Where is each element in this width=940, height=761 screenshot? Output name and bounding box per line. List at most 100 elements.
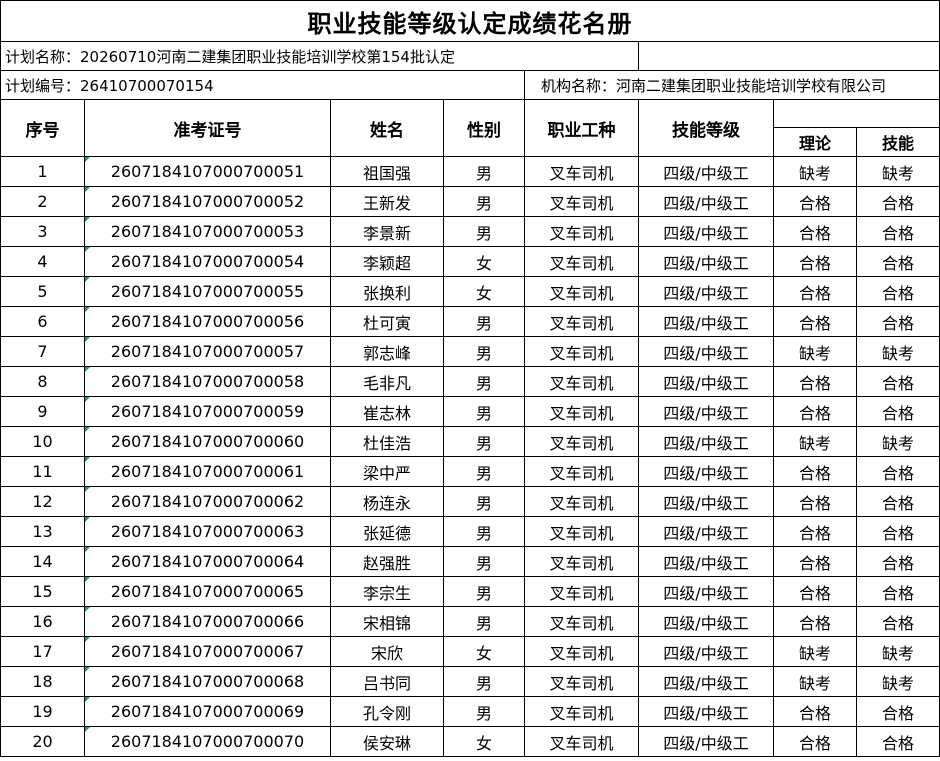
plan-number: 计划编号：26410700070154 <box>0 70 525 100</box>
table-row: 20 2607184107000700070 侯安琳女叉车司机 四级/中级工 合格 合格 <box>0 726 940 757</box>
cell-level: 四级/中级工 <box>638 726 774 757</box>
cell-exam-id: 2607184107000700055 <box>84 276 331 307</box>
cell-exam-id: 2607184107000700060 <box>84 426 331 457</box>
cell-skill: 合格 <box>856 366 940 397</box>
cell-seq: 4 <box>0 246 85 277</box>
cell-level: 四级/中级工 <box>638 156 774 187</box>
cell-name: 杜佳浩 <box>330 426 444 457</box>
plan-name: 计划名称：20260710河南二建集团职业技能培训学校第154批认定 <box>0 41 639 71</box>
cell-seq: 2 <box>0 186 85 217</box>
cell-theory: 缺考 <box>773 336 857 367</box>
cell-exam-id: 2607184107000700053 <box>84 216 331 247</box>
cell-gender: 女 <box>443 276 525 307</box>
cell-name: 毛非凡 <box>330 366 444 397</box>
cell-exam-id: 2607184107000700063 <box>84 516 331 547</box>
cell-gender: 女 <box>443 726 525 757</box>
cell-seq: 1 <box>0 156 85 187</box>
cell-level: 四级/中级工 <box>638 516 774 547</box>
cell-exam-id: 2607184107000700061 <box>84 456 331 487</box>
cell-seq: 12 <box>0 486 85 517</box>
cell-theory: 合格 <box>773 366 857 397</box>
cell-gender: 男 <box>443 516 525 547</box>
table-row: 15 2607184107000700065 李宗生男叉车司机 四级/中级工 合格 合格 <box>0 576 940 607</box>
cell-gender: 男 <box>443 336 525 367</box>
header-job: 职业工种 <box>524 99 639 157</box>
cell-job: 叉车司机 <box>524 606 639 637</box>
header-seq: 序号 <box>0 99 85 157</box>
cell-exam-id: 2607184107000700065 <box>84 576 331 607</box>
header-name: 姓名 <box>330 99 444 157</box>
cell-level: 四级/中级工 <box>638 456 774 487</box>
cell-name: 梁中严 <box>330 456 444 487</box>
cell-job: 叉车司机 <box>524 336 639 367</box>
table-row: 19 2607184107000700069 孔令刚男叉车司机 四级/中级工 合格 合格 <box>0 696 940 727</box>
org-name: 机构名称：河南二建集团职业技能培训学校有限公司 <box>524 70 940 100</box>
header-skill: 技能 <box>856 127 940 157</box>
table-row: 10 2607184107000700060 杜佳浩男叉车司机 四级/中级工 缺考 缺考 <box>0 426 940 457</box>
cell-theory: 合格 <box>773 276 857 307</box>
cell-level: 四级/中级工 <box>638 396 774 427</box>
cell-skill: 合格 <box>856 246 940 277</box>
cell-skill: 缺考 <box>856 336 940 367</box>
cell-exam-id: 2607184107000700057 <box>84 336 331 367</box>
cell-exam-id: 2607184107000700051 <box>84 156 331 187</box>
cell-name: 吕书同 <box>330 666 444 697</box>
header-gender: 性别 <box>443 99 525 157</box>
cell-theory: 缺考 <box>773 636 857 667</box>
roster-table: 职业技能等级认定成绩花名册 计划名称：20260710河南二建集团职业技能培训学… <box>0 0 940 757</box>
cell-level: 四级/中级工 <box>638 486 774 517</box>
cell-gender: 男 <box>443 216 525 247</box>
cell-job: 叉车司机 <box>524 306 639 337</box>
cell-seq: 5 <box>0 276 85 307</box>
cell-seq: 11 <box>0 456 85 487</box>
cell-gender: 男 <box>443 576 525 607</box>
cell-seq: 17 <box>0 636 85 667</box>
table-row: 14 2607184107000700064 赵强胜男叉车司机 四级/中级工 合格 合格 <box>0 546 940 577</box>
cell-theory: 缺考 <box>773 666 857 697</box>
cell-job: 叉车司机 <box>524 666 639 697</box>
header-exam-id: 准考证号 <box>84 99 331 157</box>
table-row: 6 2607184107000700056 杜可寅男叉车司机 四级/中级工 合格 合格 <box>0 306 940 337</box>
cell-exam-id: 2607184107000700064 <box>84 546 331 577</box>
cell-theory: 合格 <box>773 246 857 277</box>
cell-name: 杜可寅 <box>330 306 444 337</box>
cell-level: 四级/中级工 <box>638 576 774 607</box>
table-row: 17 2607184107000700067 宋欣女叉车司机 四级/中级工 缺考 缺考 <box>0 636 940 667</box>
cell-exam-id: 2607184107000700066 <box>84 606 331 637</box>
cell-skill: 合格 <box>856 306 940 337</box>
cell-skill: 合格 <box>856 516 940 547</box>
cell-level: 四级/中级工 <box>638 696 774 727</box>
cell-seq: 10 <box>0 426 85 457</box>
cell-seq: 3 <box>0 216 85 247</box>
cell-skill: 缺考 <box>856 426 940 457</box>
cell-gender: 男 <box>443 606 525 637</box>
cell-job: 叉车司机 <box>524 576 639 607</box>
cell-gender: 男 <box>443 366 525 397</box>
header-score-group <box>773 99 940 128</box>
cell-theory: 缺考 <box>773 426 857 457</box>
table-row: 2 2607184107000700052 王新发男叉车司机 四级/中级工 合格 合格 <box>0 186 940 217</box>
cell-name: 崔志林 <box>330 396 444 427</box>
table-row: 16 2607184107000700066 宋相锦男叉车司机 四级/中级工 合格 合格 <box>0 606 940 637</box>
plan-name-empty-cell <box>638 41 940 71</box>
cell-name: 宋欣 <box>330 636 444 667</box>
cell-level: 四级/中级工 <box>638 426 774 457</box>
cell-theory: 合格 <box>773 516 857 547</box>
cell-level: 四级/中级工 <box>638 666 774 697</box>
cell-job: 叉车司机 <box>524 426 639 457</box>
cell-seq: 18 <box>0 666 85 697</box>
cell-skill: 合格 <box>856 186 940 217</box>
sheet-title: 职业技能等级认定成绩花名册 <box>0 0 940 42</box>
cell-job: 叉车司机 <box>524 456 639 487</box>
cell-exam-id: 2607184107000700052 <box>84 186 331 217</box>
cell-job: 叉车司机 <box>524 366 639 397</box>
table-row: 8 2607184107000700058 毛非凡男叉车司机 四级/中级工 合格 合格 <box>0 366 940 397</box>
cell-name: 杨连永 <box>330 486 444 517</box>
cell-gender: 男 <box>443 696 525 727</box>
cell-job: 叉车司机 <box>524 726 639 757</box>
table-row: 5 2607184107000700055 张换利女叉车司机 四级/中级工 合格 合格 <box>0 276 940 307</box>
cell-gender: 男 <box>443 396 525 427</box>
cell-seq: 13 <box>0 516 85 547</box>
cell-job: 叉车司机 <box>524 486 639 517</box>
cell-name: 张换利 <box>330 276 444 307</box>
